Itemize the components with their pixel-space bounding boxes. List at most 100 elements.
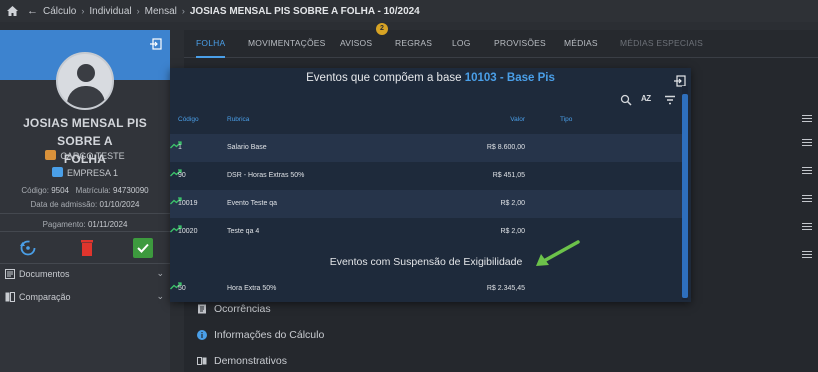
admissao-label: Data de admissão: — [30, 200, 98, 209]
employee-admissao: Data de admissão: 01/10/2024 — [0, 200, 170, 209]
book-icon — [197, 357, 207, 365]
col-tipo[interactable]: Tipo — [560, 116, 572, 123]
breadcrumb-individual[interactable]: Individual — [89, 6, 131, 17]
menu-documentos[interactable]: Documentos ⌄ — [0, 264, 170, 284]
chevron-right-icon: › — [136, 6, 140, 16]
document-icon — [5, 269, 15, 279]
pagamento-value: 01/11/2024 — [87, 220, 128, 229]
tab-medias-especiais: MÉDIAS ESPECIAIS — [620, 38, 704, 48]
employee-pagamento: Pagamento: 01/11/2024 — [0, 220, 170, 229]
tab-avisos[interactable]: AVISOS — [340, 30, 372, 58]
table-row[interactable]: 50 Hora Extra 50% R$ 2.345,45 — [170, 275, 682, 302]
chevron-down-icon: ⌄ — [156, 291, 164, 301]
breadcrumb-current: JOSIAS MENSAL PIS SOBRE A FOLHA - 10/202… — [189, 5, 420, 17]
table-row[interactable]: 1 Salario Base R$ 8.600,00 — [170, 134, 682, 162]
trash-icon[interactable] — [77, 238, 97, 258]
tab-movimentacoes[interactable]: MOVIMENTAÇÕES — [248, 30, 326, 58]
clipboard-icon — [198, 304, 206, 314]
tab-log[interactable]: LOG — [452, 30, 471, 58]
matricula-label: Matrícula: — [75, 186, 111, 195]
tab-bar: FOLHA MOVIMENTAÇÕES AVISOS 2 REGRAS LOG … — [184, 23, 818, 58]
cell-codigo: 10020 — [178, 228, 198, 235]
employee-cargo: CARGO TESTE — [0, 150, 170, 161]
employee-ids: Código: 9504 Matrícula: 94730090 — [0, 186, 170, 195]
divider — [0, 213, 170, 214]
dialog-title: Eventos que compõem a base 10103 - Base … — [170, 70, 691, 86]
base-events-dialog: Eventos que compõem a base 10103 - Base … — [170, 68, 691, 302]
compare-icon — [5, 292, 15, 302]
cell-codigo: 90 — [178, 172, 186, 179]
info-icon — [197, 330, 207, 340]
employee-sidebar: JOSIAS MENSAL PIS SOBRE A FOLHA CARGO TE… — [0, 30, 170, 372]
search-icon[interactable] — [620, 94, 632, 106]
cell-valor: R$ 2,00 — [500, 200, 525, 207]
filter-icon[interactable] — [664, 94, 676, 106]
col-codigo[interactable]: Código — [178, 116, 199, 123]
employee-empresa: EMPRESA 1 — [0, 167, 170, 178]
matricula-value: 94730090 — [113, 186, 149, 195]
row-menu-icon[interactable] — [802, 167, 812, 174]
section-demonstrativos[interactable]: Demonstrativos — [197, 355, 287, 367]
cell-rubrica: Hora Extra 50% — [227, 285, 277, 292]
scrollbar-thumb[interactable] — [682, 94, 688, 298]
table-header: Código Rubrica Valor Tipo — [170, 116, 682, 130]
section-ocorrencias[interactable]: Ocorrências — [197, 303, 271, 315]
divider — [0, 231, 170, 232]
table-row[interactable]: 90 DSR - Horas Extras 50% R$ 451,05 — [170, 162, 682, 190]
breadcrumb-calculo[interactable]: Cálculo — [43, 6, 76, 17]
col-valor[interactable]: Valor — [510, 116, 525, 123]
row-menu-icon[interactable] — [802, 139, 812, 146]
cell-valor: R$ 8.600,00 — [486, 144, 525, 151]
chevron-right-icon: › — [81, 6, 85, 16]
sort-az-icon[interactable]: AZ — [641, 94, 653, 106]
pagamento-label: Pagamento: — [42, 220, 86, 229]
codigo-value: 9504 — [51, 186, 69, 195]
cell-codigo: 50 — [178, 285, 186, 292]
cell-codigo: 10019 — [178, 200, 198, 207]
chevron-down-icon: ⌄ — [156, 268, 164, 278]
section-informacoes[interactable]: Informações do Cálculo — [197, 329, 324, 341]
avisos-badge: 2 — [376, 23, 388, 35]
avatar-body-icon — [67, 86, 105, 108]
employee-name-line1: JOSIAS MENSAL PIS SOBRE A — [23, 116, 147, 148]
codigo-label: Código: — [21, 186, 49, 195]
cell-rubrica: Teste qa 4 — [227, 228, 260, 235]
informacoes-label: Informações do Cálculo — [214, 329, 325, 341]
row-menu-icon[interactable] — [802, 195, 812, 202]
dialog-title-code: 10103 - Base Pis — [464, 72, 555, 84]
cell-codigo: 1 — [178, 144, 182, 151]
cell-rubrica: Evento Teste qa — [227, 200, 278, 207]
suspension-section-title: Eventos com Suspensão de Exigibilidade — [329, 256, 523, 268]
table-row[interactable]: 10020 Teste qa 4 R$ 2,00 — [170, 218, 682, 246]
row-menu-icon[interactable] — [802, 223, 812, 230]
annotation-arrow — [536, 240, 580, 266]
col-rubrica[interactable]: Rubrica — [227, 116, 249, 123]
back-arrow-icon[interactable]: ← — [27, 5, 38, 17]
admissao-value: 01/10/2024 — [99, 200, 140, 209]
home-icon[interactable] — [3, 0, 21, 22]
tab-provisoes[interactable]: PROVISÕES — [494, 30, 546, 58]
chevron-right-icon: › — [181, 6, 185, 16]
tab-folha[interactable]: FOLHA — [196, 30, 226, 58]
check-icon — [137, 243, 149, 253]
demonstrativos-label: Demonstrativos — [214, 355, 287, 367]
tab-regras[interactable]: REGRAS — [395, 30, 432, 58]
empresa-label: EMPRESA 1 — [66, 168, 119, 178]
recalculate-icon[interactable] — [18, 238, 38, 258]
menu-comparacao[interactable]: Comparação ⌄ — [0, 287, 170, 307]
confirm-button[interactable] — [133, 238, 153, 258]
menu-comparacao-label: Comparação — [19, 292, 71, 302]
avatar-head-icon — [77, 64, 95, 82]
cell-rubrica: DSR - Horas Extras 50% — [227, 172, 305, 179]
row-menu-icon[interactable] — [802, 115, 812, 122]
breadcrumb-mensal[interactable]: Mensal — [145, 6, 177, 17]
row-menu-icon[interactable] — [802, 251, 812, 258]
exit-icon[interactable] — [150, 38, 162, 50]
menu-documentos-label: Documentos — [19, 269, 70, 279]
cell-valor: R$ 451,05 — [492, 172, 525, 179]
dialog-title-prefix: Eventos que compõem a base — [306, 72, 462, 84]
table-row[interactable]: 10019 Evento Teste qa R$ 2,00 — [170, 190, 682, 218]
tab-medias[interactable]: MÉDIAS — [564, 30, 598, 58]
cargo-label: CARGO TESTE — [60, 151, 125, 161]
briefcase-icon — [51, 167, 63, 177]
